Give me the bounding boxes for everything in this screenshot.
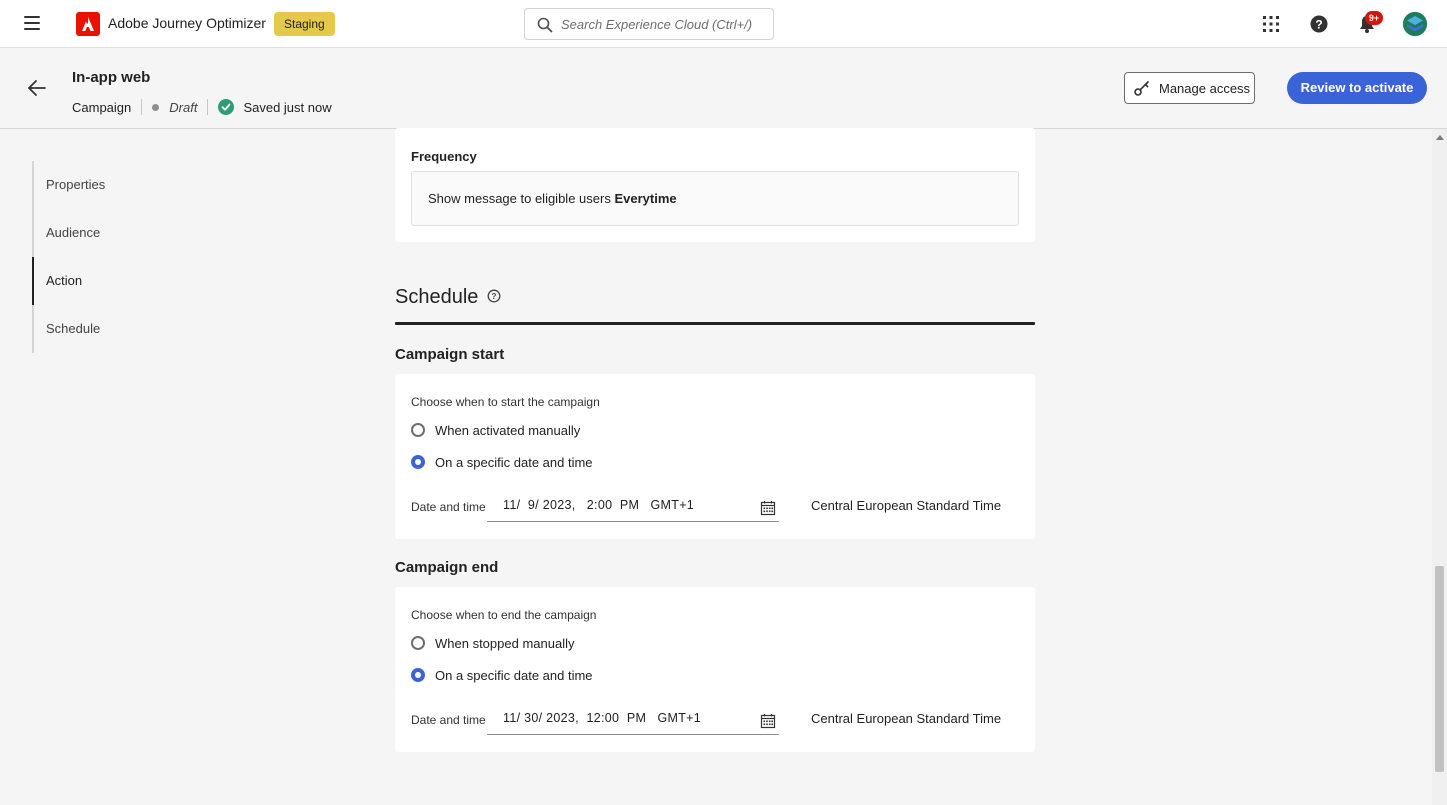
radio-button[interactable] (411, 423, 425, 437)
nav-item-audience[interactable]: Audience (34, 209, 232, 257)
radio-label: On a specific date and time (435, 667, 593, 683)
shell-bar: Adobe Journey Optimizer Staging Search E… (0, 0, 1447, 48)
radio-button[interactable] (411, 636, 425, 650)
nav-item-properties[interactable]: Properties (34, 161, 232, 209)
search-icon (537, 17, 553, 33)
apps-grid-icon[interactable] (1259, 12, 1283, 36)
back-arrow-icon[interactable] (26, 77, 48, 99)
status-dot-icon (152, 103, 160, 111)
start-date-label: Date and time (411, 500, 486, 514)
user-avatar[interactable] (1403, 12, 1427, 36)
notification-count-badge: 9+ (1365, 11, 1383, 25)
scroll-up-arrow-icon[interactable] (1436, 135, 1444, 140)
campaign-start-card: Choose when to start the campaign When a… (395, 374, 1035, 539)
radio-button-checked[interactable] (411, 668, 425, 682)
radio-label: When activated manually (435, 422, 581, 438)
start-datetime-input[interactable]: 11/ 9/ 2023, 2:00 PM GMT+1 (487, 490, 779, 522)
menu-icon[interactable] (24, 16, 40, 30)
check-circle-icon (218, 99, 235, 115)
svg-text:?: ? (492, 292, 497, 301)
manage-access-label: Manage access (1159, 80, 1251, 96)
radio-label: On a specific date and time (435, 454, 593, 470)
radio-button-checked[interactable] (411, 455, 425, 469)
frequency-label: Frequency (411, 149, 477, 164)
start-option-specific[interactable]: On a specific date and time (411, 452, 593, 472)
page-scrollbar[interactable] (1432, 129, 1447, 805)
scrollbar-thumb[interactable] (1435, 566, 1444, 772)
campaign-end-title: Campaign end (395, 559, 499, 576)
schedule-divider (395, 322, 1035, 325)
schedule-heading: Schedule (395, 286, 479, 308)
status-badge: Draft (169, 99, 198, 115)
campaign-header: In-app web Campaign Draft Saved just now… (0, 49, 1447, 129)
key-icon (1134, 81, 1149, 96)
calendar-icon[interactable] (760, 500, 776, 516)
calendar-icon[interactable] (760, 713, 776, 729)
frequency-value: Everytime (614, 191, 677, 206)
search-input[interactable]: Search Experience Cloud (Ctrl+/) (524, 8, 774, 40)
end-date-label: Date and time (411, 713, 486, 727)
help-icon[interactable]: ? (1307, 12, 1331, 36)
nav-item-action[interactable]: Action (32, 257, 232, 305)
end-option-specific[interactable]: On a specific date and time (411, 665, 593, 685)
start-datetime-value[interactable]: 11/ 9/ 2023, 2:00 PM GMT+1 (503, 498, 694, 512)
section-nav: Properties Audience Action Schedule (32, 161, 232, 353)
end-timezone: Central European Standard Time (811, 711, 1002, 726)
app-name[interactable]: Adobe Journey Optimizer (108, 15, 266, 31)
start-timezone: Central European Standard Time (811, 498, 1002, 513)
help-circle-icon[interactable]: ? (487, 289, 501, 303)
frequency-summary: Show message to eligible users Everytime (411, 171, 1019, 226)
start-option-manual[interactable]: When activated manually (411, 420, 580, 440)
end-choose-label: Choose when to end the campaign (411, 608, 597, 622)
page-title: In-app web (72, 69, 151, 86)
save-status: Saved just now (243, 99, 332, 115)
end-option-manual[interactable]: When stopped manually (411, 633, 574, 653)
review-to-activate-button[interactable]: Review to activate (1287, 72, 1427, 104)
svg-text:?: ? (1315, 18, 1322, 32)
radio-label: When stopped manually (435, 635, 575, 651)
divider (207, 99, 209, 115)
environment-badge: Staging (274, 12, 335, 36)
adobe-logo[interactable] (76, 12, 100, 36)
search-placeholder: Search Experience Cloud (Ctrl+/) (561, 17, 753, 32)
campaign-end-card: Choose when to end the campaign When sto… (395, 587, 1035, 752)
campaign-type: Campaign (72, 99, 132, 115)
nav-item-schedule[interactable]: Schedule (34, 305, 232, 353)
start-choose-label: Choose when to start the campaign (411, 395, 600, 409)
end-datetime-value[interactable]: 11/ 30/ 2023, 12:00 PM GMT+1 (503, 711, 701, 725)
frequency-card: Frequency Show message to eligible users… (395, 128, 1035, 242)
divider (141, 99, 143, 115)
frequency-text: Show message to eligible users (428, 191, 611, 206)
end-datetime-input[interactable]: 11/ 30/ 2023, 12:00 PM GMT+1 (487, 703, 779, 735)
manage-access-button[interactable]: Manage access (1124, 72, 1255, 104)
campaign-start-title: Campaign start (395, 346, 505, 363)
campaign-meta: Campaign Draft Saved just now (72, 98, 332, 116)
